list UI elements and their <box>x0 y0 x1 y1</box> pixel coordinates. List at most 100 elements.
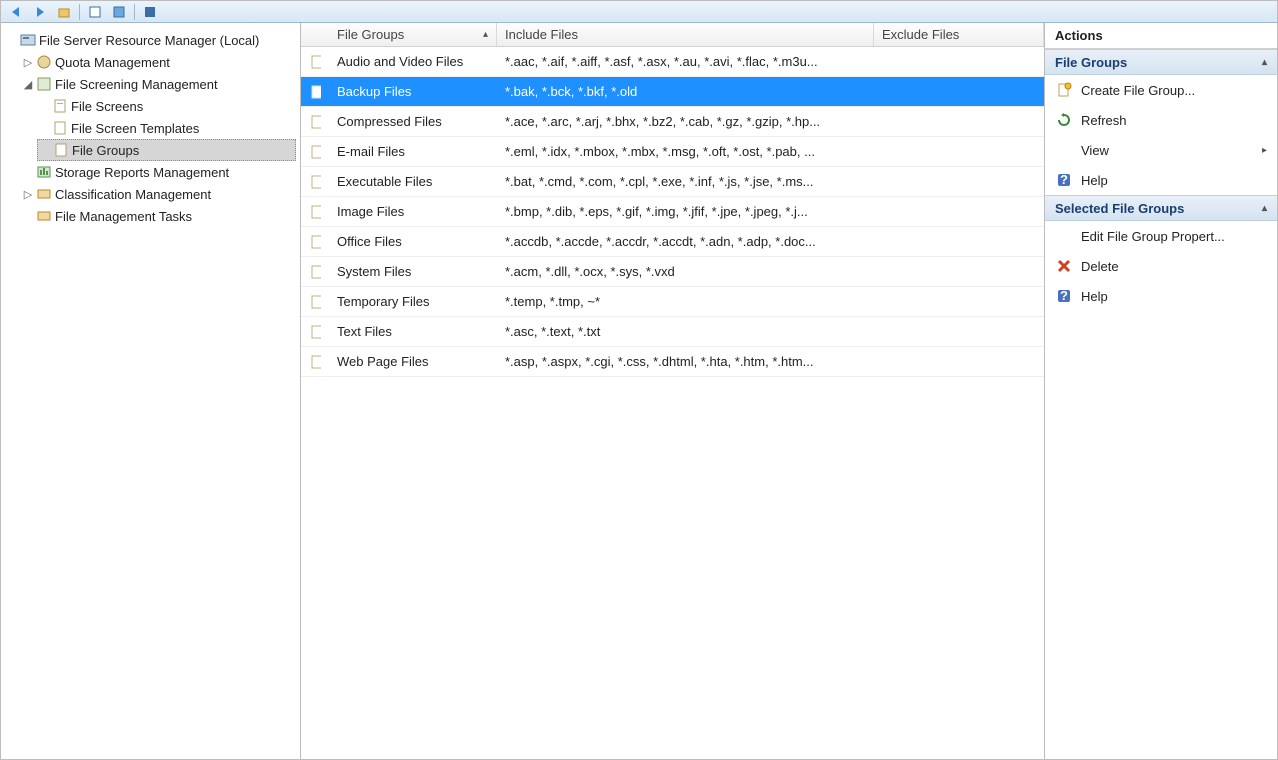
app-window: File Server Resource Manager (Local) ▷ Q… <box>0 0 1278 760</box>
row-icon <box>301 84 329 100</box>
table-row[interactable]: E-mail Files*.eml, *.idx, *.mbox, *.mbx,… <box>301 137 1044 167</box>
cell-include: *.bak, *.bck, *.bkf, *.old <box>497 84 874 99</box>
action-help-2[interactable]: ? Help <box>1045 281 1277 311</box>
collapse-icon[interactable]: ▴ <box>1262 203 1267 214</box>
tree-classification[interactable]: ▷ Classification Management <box>21 183 296 205</box>
cell-include: *.bat, *.cmd, *.com, *.cpl, *.exe, *.inf… <box>497 174 874 189</box>
tree-label: File Server Resource Manager (Local) <box>39 33 259 48</box>
cell-name: Executable Files <box>329 174 497 189</box>
cell-name: Office Files <box>329 234 497 249</box>
row-icon <box>301 324 329 340</box>
quota-icon <box>35 53 53 71</box>
table-row[interactable]: Text Files*.asc, *.text, *.txt <box>301 317 1044 347</box>
section-file-groups[interactable]: File Groups ▴ <box>1045 49 1277 75</box>
action-view[interactable]: View ▸ <box>1045 135 1277 165</box>
tree-screens[interactable]: File Screens <box>37 95 296 117</box>
cell-include: *.bmp, *.dib, *.eps, *.gif, *.img, *.jfi… <box>497 204 874 219</box>
cell-include: *.accdb, *.accde, *.accdr, *.accdt, *.ad… <box>497 234 874 249</box>
tree-root[interactable]: File Server Resource Manager (Local) <box>5 29 296 51</box>
file-icon <box>51 119 69 137</box>
row-icon <box>301 264 329 280</box>
table-row[interactable]: Temporary Files*.temp, *.tmp, ~* <box>301 287 1044 317</box>
svg-text:?: ? <box>1060 172 1068 187</box>
col-exclude[interactable]: Exclude Files <box>874 23 1044 46</box>
help-button[interactable] <box>141 3 159 21</box>
cell-name: Backup Files <box>329 84 497 99</box>
expander-icon[interactable]: ▷ <box>21 188 35 201</box>
action-edit-properties[interactable]: Edit File Group Propert... <box>1045 221 1277 251</box>
back-button[interactable] <box>7 3 25 21</box>
action-help[interactable]: ? Help <box>1045 165 1277 195</box>
row-icon <box>301 114 329 130</box>
cell-include: *.acm, *.dll, *.ocx, *.sys, *.vxd <box>497 264 874 279</box>
action-label: View <box>1081 143 1109 158</box>
expander-icon[interactable]: ◢ <box>21 78 35 91</box>
tree-label: File Screens <box>71 99 143 114</box>
tree-label: Storage Reports Management <box>55 165 229 180</box>
table-row[interactable]: Backup Files*.bak, *.bck, *.bkf, *.old <box>301 77 1044 107</box>
submenu-icon: ▸ <box>1262 145 1267 156</box>
row-icon <box>301 54 329 70</box>
row-icon <box>301 354 329 370</box>
svg-text:?: ? <box>1060 288 1068 303</box>
table-row[interactable]: System Files*.acm, *.dll, *.ocx, *.sys, … <box>301 257 1044 287</box>
tree-label: File Screening Management <box>55 77 218 92</box>
tree-label: Classification Management <box>55 187 211 202</box>
table-row[interactable]: Web Page Files*.asp, *.aspx, *.cgi, *.cs… <box>301 347 1044 377</box>
cell-name: System Files <box>329 264 497 279</box>
table-row[interactable]: Office Files*.accdb, *.accde, *.accdr, *… <box>301 227 1044 257</box>
section-selected[interactable]: Selected File Groups ▴ <box>1045 195 1277 221</box>
action-create-file-group[interactable]: Create File Group... <box>1045 75 1277 105</box>
table-row[interactable]: Executable Files*.bat, *.cmd, *.com, *.c… <box>301 167 1044 197</box>
tree-templates[interactable]: File Screen Templates <box>37 117 296 139</box>
cell-name: Temporary Files <box>329 294 497 309</box>
refresh-icon <box>1055 111 1073 129</box>
delete-icon <box>1055 257 1073 275</box>
actions-title: Actions <box>1045 23 1277 49</box>
cell-include: *.temp, *.tmp, ~* <box>497 294 874 309</box>
tree-label: File Screen Templates <box>71 121 199 136</box>
toolbar <box>1 1 1277 23</box>
up-button[interactable] <box>55 3 73 21</box>
section-label: Selected File Groups <box>1055 201 1184 216</box>
file-icon <box>51 97 69 115</box>
tree-groups[interactable]: File Groups <box>37 139 296 161</box>
properties-button[interactable] <box>110 3 128 21</box>
tree-reports[interactable]: Storage Reports Management <box>21 161 296 183</box>
table-row[interactable]: Audio and Video Files*.aac, *.aif, *.aif… <box>301 47 1044 77</box>
action-label: Create File Group... <box>1081 83 1195 98</box>
row-icon <box>301 174 329 190</box>
tree-pane: File Server Resource Manager (Local) ▷ Q… <box>1 23 301 759</box>
section-label: File Groups <box>1055 55 1127 70</box>
col-file-groups[interactable]: File Groups▴ <box>329 23 497 46</box>
row-icon <box>301 204 329 220</box>
screening-icon <box>35 75 53 93</box>
tree-tasks[interactable]: File Management Tasks <box>21 205 296 227</box>
new-file-icon <box>1055 81 1073 99</box>
actions-pane: Actions File Groups ▴ Create File Group.… <box>1045 23 1277 759</box>
tree-label: File Management Tasks <box>55 209 192 224</box>
row-icon <box>301 234 329 250</box>
action-delete[interactable]: Delete <box>1045 251 1277 281</box>
action-label: Help <box>1081 289 1108 304</box>
forward-button[interactable] <box>31 3 49 21</box>
action-refresh[interactable]: Refresh <box>1045 105 1277 135</box>
expander-icon[interactable]: ▷ <box>21 56 35 69</box>
tree-quota[interactable]: ▷ Quota Management <box>21 51 296 73</box>
row-icon <box>301 294 329 310</box>
collapse-icon[interactable]: ▴ <box>1262 57 1267 68</box>
cell-name: Text Files <box>329 324 497 339</box>
tree-screening[interactable]: ◢ File Screening Management <box>21 73 296 95</box>
table-row[interactable]: Image Files*.bmp, *.dib, *.eps, *.gif, *… <box>301 197 1044 227</box>
cell-include: *.ace, *.arc, *.arj, *.bhx, *.bz2, *.cab… <box>497 114 874 129</box>
spacer <box>1055 141 1073 159</box>
table-row[interactable]: Compressed Files*.ace, *.arc, *.arj, *.b… <box>301 107 1044 137</box>
action-label: Help <box>1081 173 1108 188</box>
refresh-button[interactable] <box>86 3 104 21</box>
action-label: Edit File Group Propert... <box>1081 229 1225 244</box>
col-icon[interactable] <box>301 23 329 46</box>
cell-include: *.aac, *.aif, *.aiff, *.asf, *.asx, *.au… <box>497 54 874 69</box>
col-include[interactable]: Include Files <box>497 23 874 46</box>
cell-name: Web Page Files <box>329 354 497 369</box>
tasks-icon <box>35 207 53 225</box>
